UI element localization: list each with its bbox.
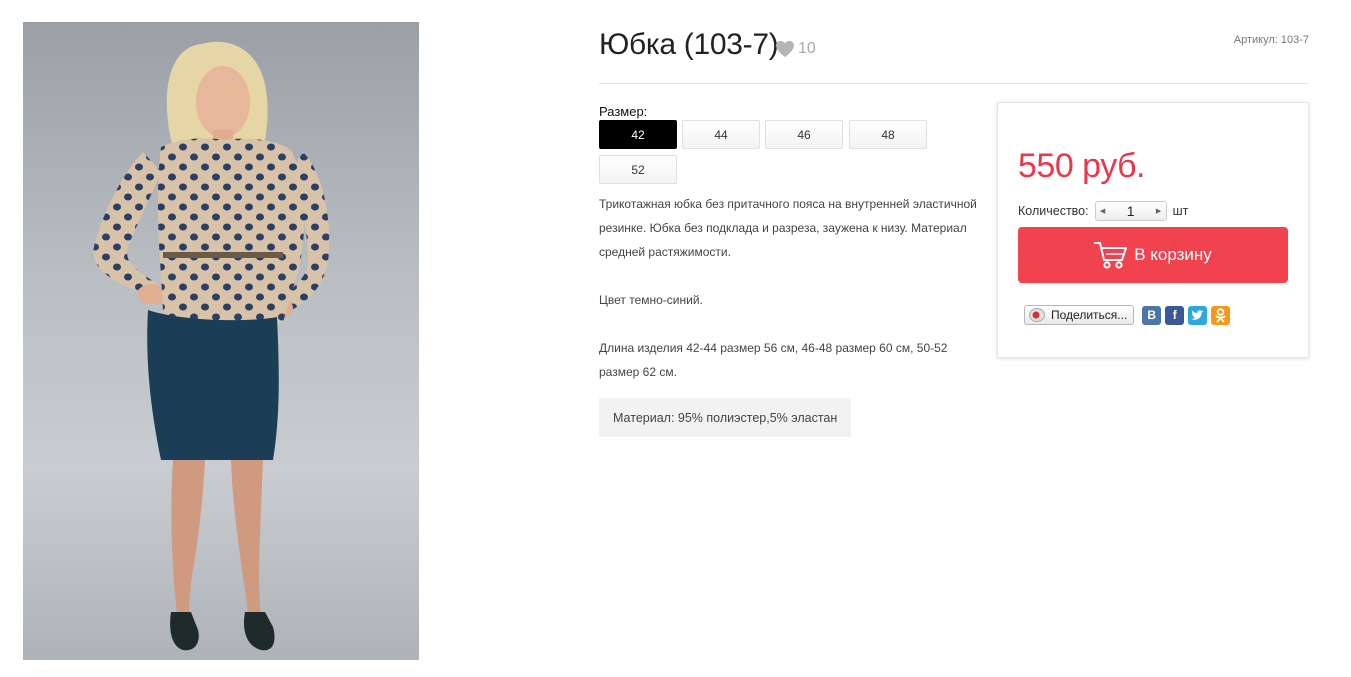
- facebook-icon[interactable]: f: [1165, 305, 1185, 325]
- description-paragraph: Трикотажная юбка без притачного пояса на…: [599, 197, 977, 259]
- quantity-label: Количество:: [1018, 204, 1089, 218]
- size-option-44[interactable]: 44: [682, 120, 760, 149]
- buy-box: 550 руб. Количество: ◀ 1 ▶ шт В корзину …: [997, 102, 1309, 358]
- twitter-bird-icon: [1191, 309, 1204, 320]
- add-to-cart-button[interactable]: В корзину: [1018, 227, 1288, 283]
- odnoklassniki-icon[interactable]: [1211, 305, 1231, 325]
- share-label: Поделиться...: [1051, 308, 1128, 322]
- quantity-value[interactable]: 1: [1110, 203, 1152, 219]
- likes-counter[interactable]: 10: [775, 40, 816, 58]
- quantity-unit: шт: [1172, 204, 1189, 218]
- share-icon: [1029, 308, 1045, 322]
- cart-icon: [1094, 242, 1128, 269]
- model-illustration: [93, 41, 330, 651]
- decrement-icon[interactable]: ◀: [1096, 207, 1110, 215]
- size-label: Размер:: [599, 104, 648, 119]
- odnoklassniki-glyph-icon: [1215, 307, 1226, 322]
- price: 550 руб.: [1018, 147, 1146, 185]
- color-paragraph: Цвет темно-синий.: [599, 293, 703, 307]
- share-row: Поделиться... B f: [1024, 305, 1231, 325]
- length-paragraph: Длина изделия 42-44 размер 56 см, 46-48 …: [599, 341, 948, 379]
- product-description: Трикотажная юбка без притачного пояса на…: [599, 192, 989, 408]
- product-sku: Артикул: 103-7: [1233, 34, 1309, 46]
- quantity-stepper[interactable]: ◀ 1 ▶: [1094, 201, 1167, 221]
- product-title: Юбка (103-7): [599, 28, 779, 61]
- material-info: Материал: 95% полиэстер,5% эластан: [599, 398, 852, 437]
- size-option-42[interactable]: 42: [599, 120, 677, 149]
- product-photo[interactable]: [23, 22, 419, 660]
- vk-icon[interactable]: B: [1142, 305, 1162, 325]
- size-option-46[interactable]: 46: [765, 120, 843, 149]
- size-option-52[interactable]: 52: [599, 155, 677, 184]
- likes-count: 10: [798, 40, 816, 57]
- twitter-icon[interactable]: [1188, 305, 1208, 325]
- size-option-48[interactable]: 48: [849, 120, 927, 149]
- product-header: Юбка (103-7) 10 Артикул: 103-7: [599, 28, 1309, 84]
- quantity-row: Количество: ◀ 1 ▶ шт: [1018, 201, 1188, 221]
- increment-icon[interactable]: ▶: [1152, 207, 1166, 215]
- heart-icon[interactable]: [775, 40, 795, 58]
- share-button[interactable]: Поделиться...: [1024, 305, 1135, 325]
- add-to-cart-label: В корзину: [1134, 245, 1212, 264]
